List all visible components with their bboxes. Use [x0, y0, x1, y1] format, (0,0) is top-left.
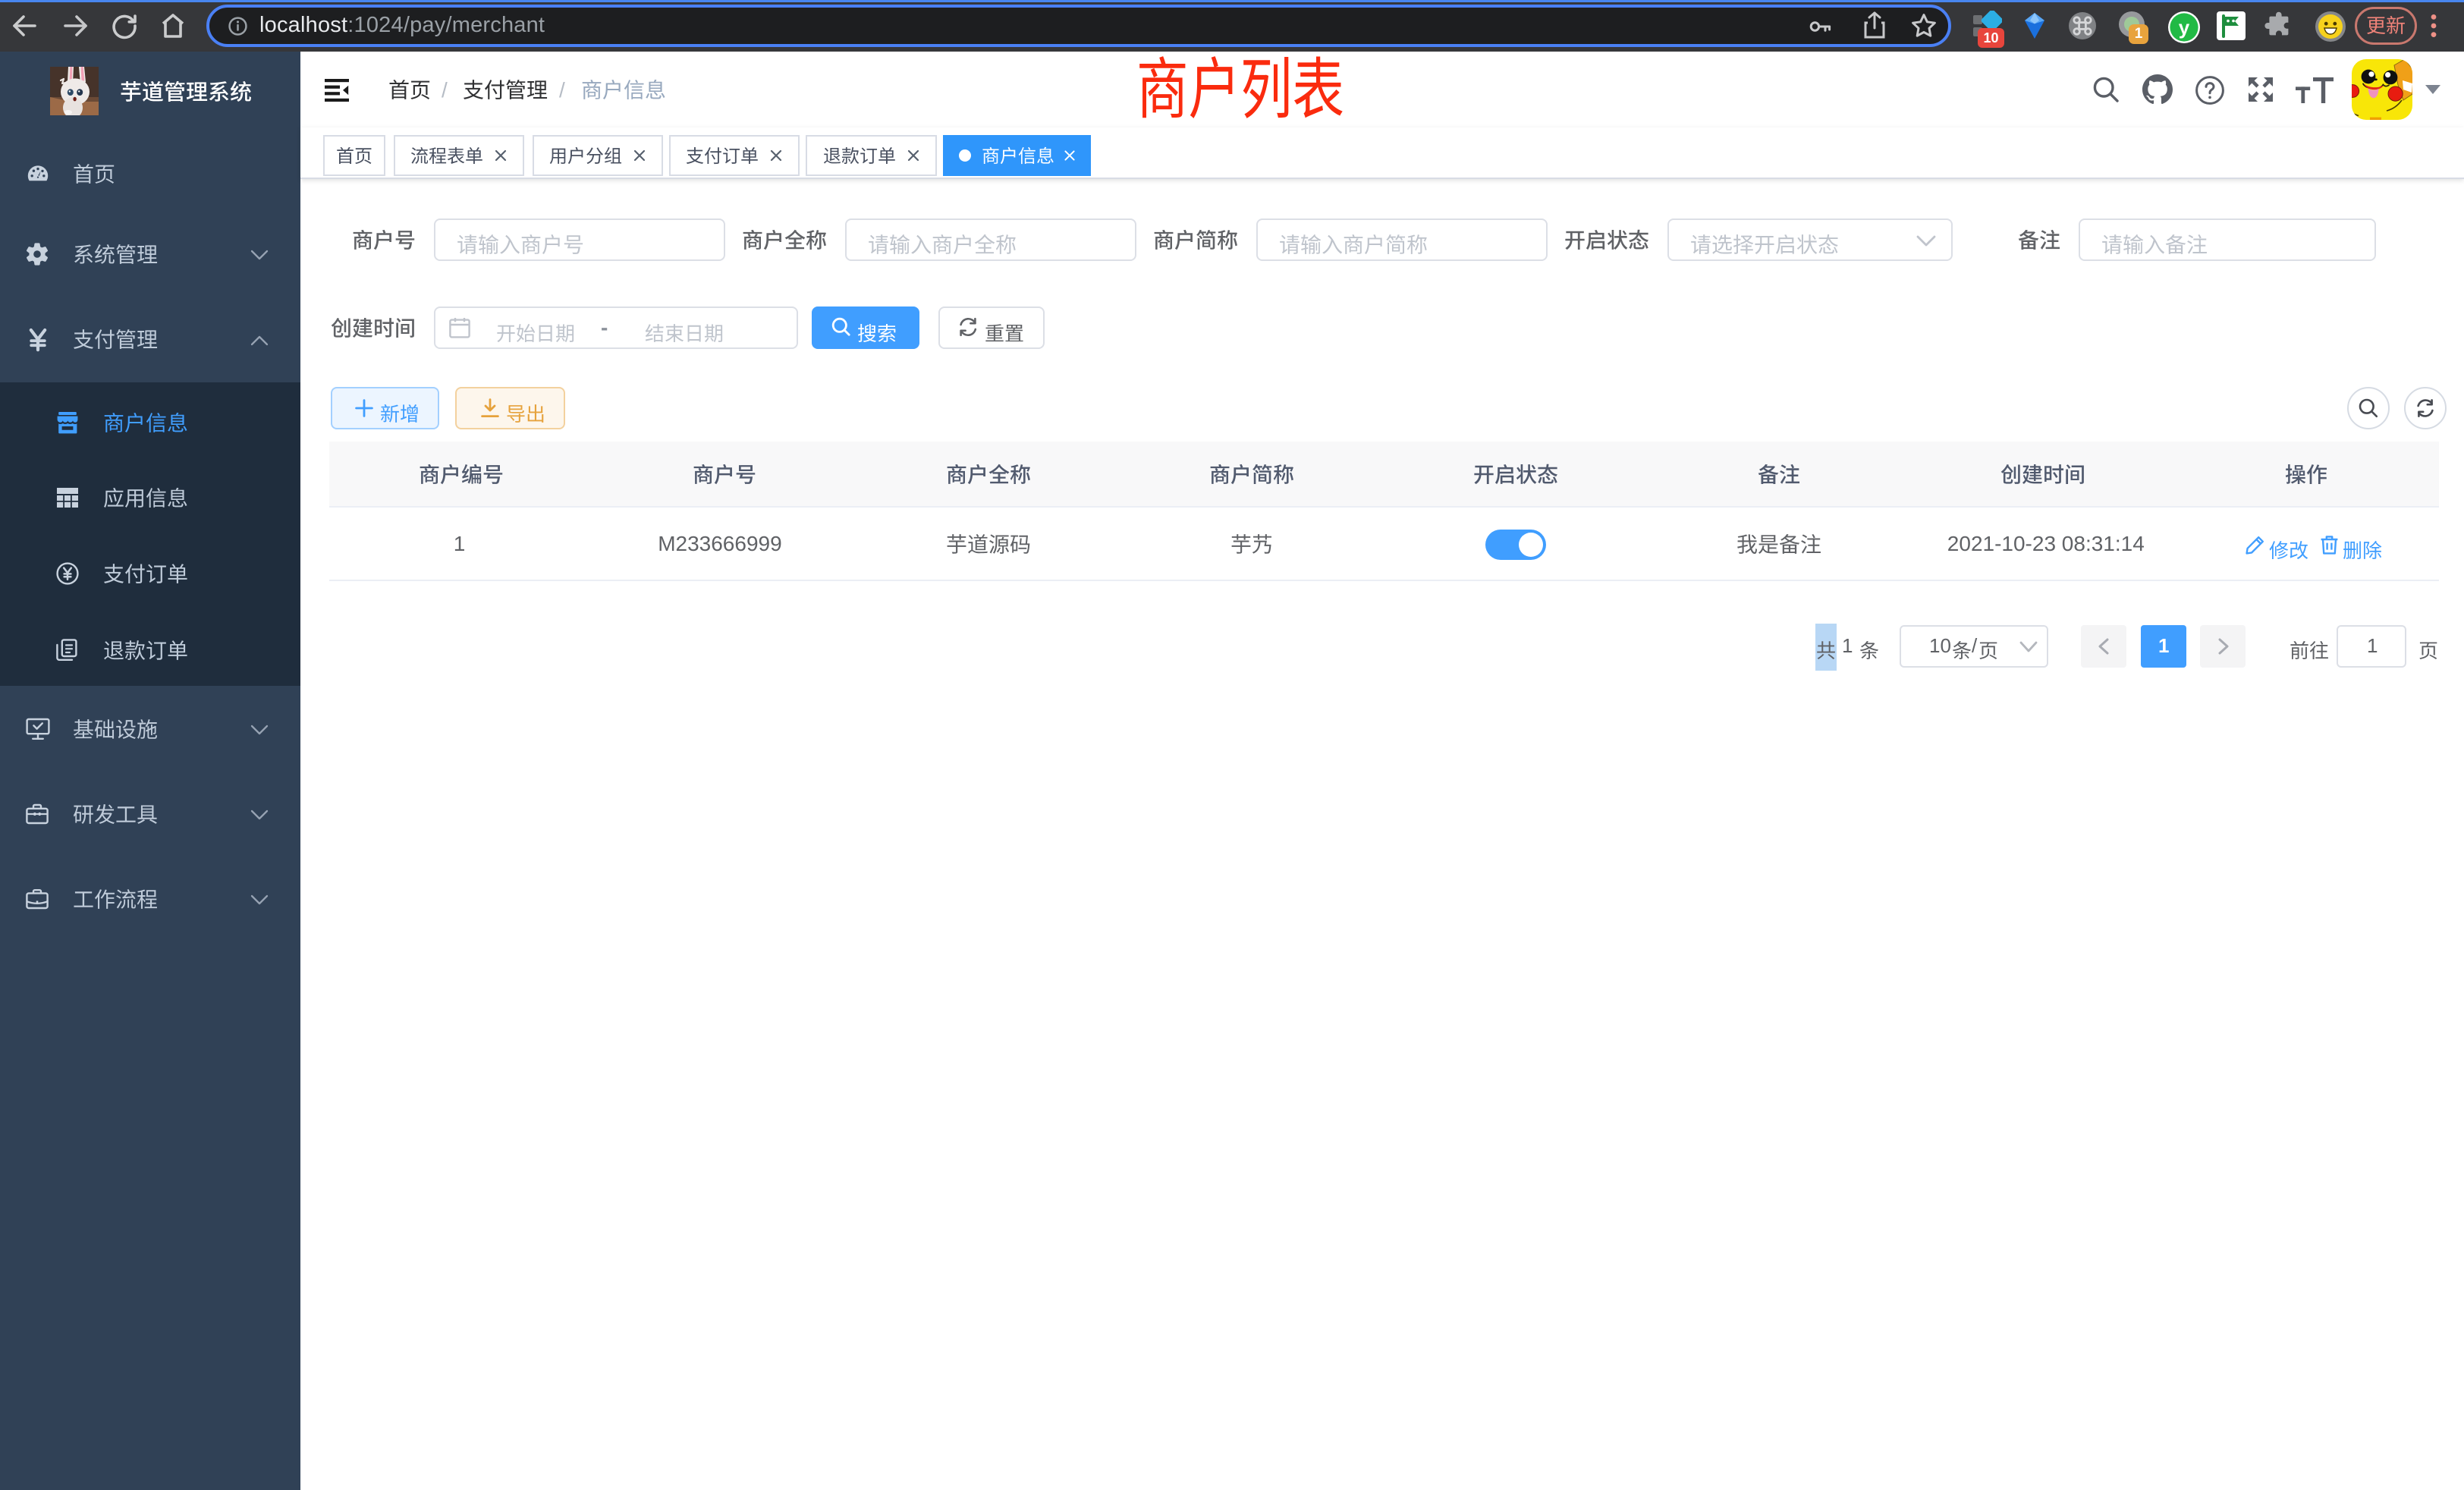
- svg-text:y: y: [2179, 16, 2190, 39]
